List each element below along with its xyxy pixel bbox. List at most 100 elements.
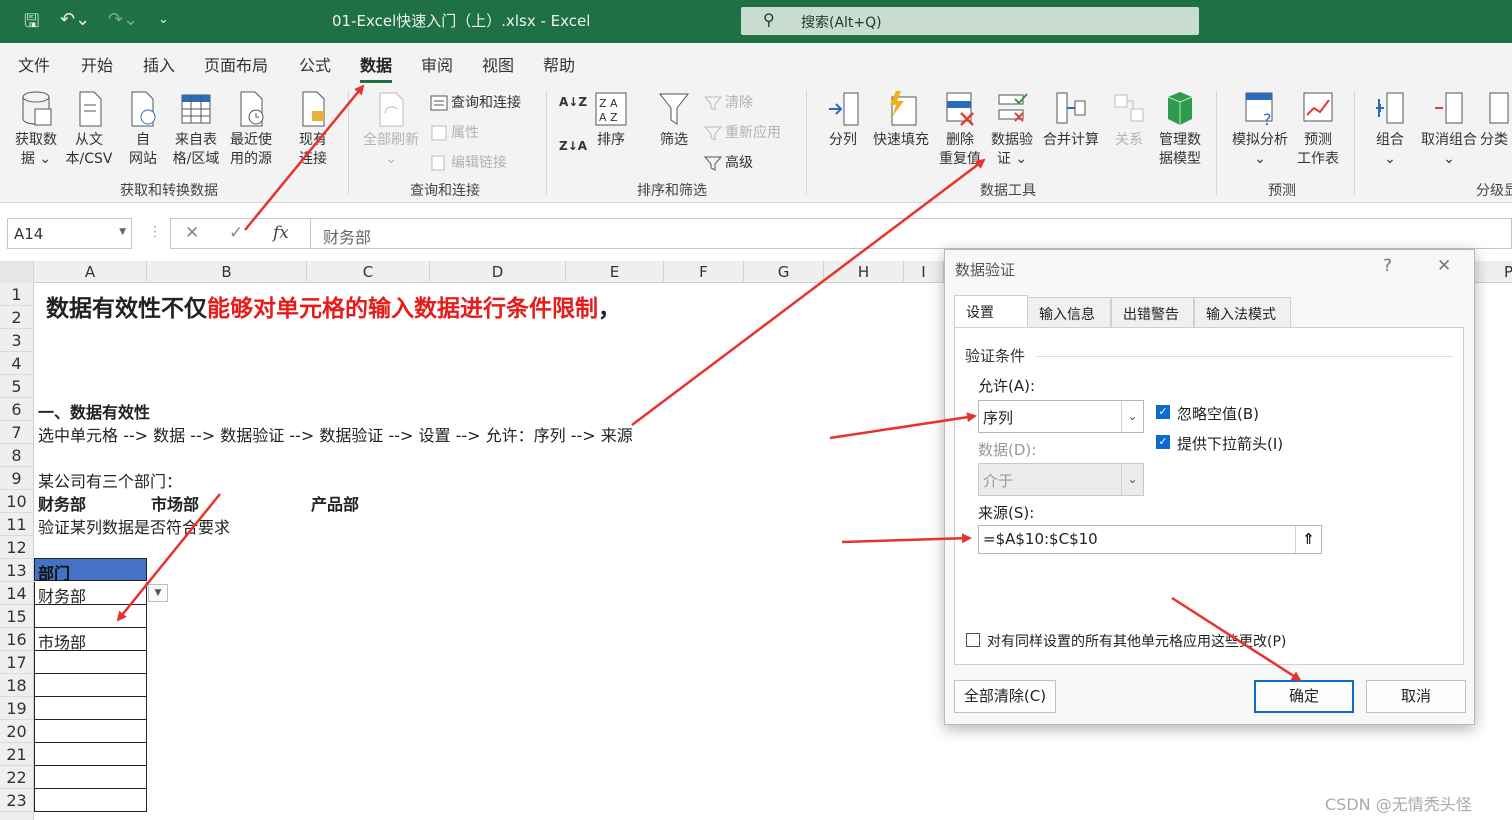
row-header[interactable]: 9	[0, 467, 33, 490]
row-header[interactable]: 13	[0, 559, 33, 582]
ok-button[interactable]: 确定	[1254, 680, 1354, 713]
row-header[interactable]: 4	[0, 352, 33, 375]
menu-page-layout[interactable]: 页面布局	[204, 52, 268, 76]
row-header[interactable]: 20	[0, 720, 33, 743]
row-header[interactable]: 11	[0, 513, 33, 536]
enter-icon[interactable]: ✓	[229, 223, 243, 243]
column-header-b[interactable]: B	[147, 261, 307, 283]
save-icon[interactable]: 🖫	[24, 9, 39, 39]
table-cell-a16[interactable]: 市场部	[34, 628, 147, 652]
help-icon[interactable]: ?	[1383, 256, 1392, 276]
cancel-button[interactable]: 取消	[1366, 680, 1466, 713]
sort-descending-button[interactable]: Z↓A	[559, 139, 587, 153]
row-header[interactable]: 1	[0, 283, 33, 306]
column-header-c[interactable]: C	[307, 261, 430, 283]
menu-formulas[interactable]: 公式	[299, 52, 331, 76]
allow-select[interactable]: 序列 ⌄	[978, 400, 1144, 433]
column-header-g[interactable]: G	[744, 261, 824, 283]
source-input[interactable]: =$A$10:$C$10 ⇑	[978, 525, 1322, 554]
column-header-a[interactable]: A	[34, 261, 147, 283]
tab-input-message[interactable]: 输入信息	[1027, 297, 1111, 327]
dept-cell-a10[interactable]: 财务部	[38, 491, 86, 515]
row-header[interactable]: 5	[0, 375, 33, 398]
table-cell[interactable]	[34, 789, 147, 812]
relationships-button[interactable]: 关系	[1108, 89, 1150, 150]
row-header[interactable]: 18	[0, 674, 33, 697]
table-cell-a14[interactable]: 财务部	[34, 582, 147, 606]
clear-all-button[interactable]: 全部清除(C)	[954, 680, 1056, 713]
table-header-cell[interactable]: 部门	[34, 558, 147, 583]
apply-all-label[interactable]: 对有同样设置的所有其他单元格应用这些更改(P)	[987, 631, 1286, 651]
requirement-cell[interactable]: 验证某列数据是否符合要求	[38, 514, 230, 538]
redo-icon[interactable]: ↷⌄	[108, 9, 138, 30]
consolidate-button[interactable]: 合并计算	[1038, 89, 1104, 150]
row-header[interactable]: 8	[0, 444, 33, 467]
select-all-corner[interactable]	[0, 261, 34, 283]
menu-file[interactable]: 文件	[18, 52, 50, 76]
table-cell[interactable]	[34, 720, 147, 743]
tab-ime-mode[interactable]: 输入法模式	[1194, 297, 1291, 327]
table-cell[interactable]	[34, 743, 147, 766]
formula-input[interactable]: 财务部	[310, 218, 1512, 249]
collapse-range-icon[interactable]: ⇑	[1295, 526, 1321, 553]
recent-sources-button[interactable]: 最近使 用的源	[225, 89, 277, 169]
ungroup-button[interactable]: 取消组合 ⌄	[1418, 89, 1480, 169]
menu-view[interactable]: 视图	[482, 52, 514, 76]
ignore-blank-checkbox[interactable]: ✓	[1156, 405, 1170, 419]
chevron-down-icon[interactable]: ▼	[119, 227, 126, 237]
section-title-cell[interactable]: 一、数据有效性	[38, 399, 150, 423]
menu-home[interactable]: 开始	[81, 52, 113, 76]
row-header[interactable]: 16	[0, 628, 33, 651]
row-header[interactable]: 6	[0, 398, 33, 421]
clear-filter-button[interactable]: 清除	[703, 92, 753, 112]
tab-settings[interactable]: 设置	[954, 295, 1028, 328]
in-cell-dropdown-label[interactable]: 提供下拉箭头(I)	[1177, 433, 1283, 454]
row-header[interactable]: 14	[0, 582, 33, 605]
existing-connections-button[interactable]: 现有 连接	[290, 89, 336, 169]
name-box[interactable]: A14 ▼	[7, 218, 132, 249]
cancel-icon[interactable]: ✕	[185, 223, 199, 243]
ignore-blank-label[interactable]: 忽略空值(B)	[1177, 403, 1259, 424]
flash-fill-button[interactable]: 快速填充	[868, 89, 934, 150]
apply-all-checkbox[interactable]	[966, 633, 980, 647]
row-header[interactable]: 12	[0, 536, 33, 559]
tab-error-alert[interactable]: 出错警告	[1111, 297, 1194, 327]
table-cell[interactable]	[34, 766, 147, 789]
reapply-button[interactable]: 重新应用	[703, 122, 781, 142]
from-web-button[interactable]: 自 网站	[120, 89, 166, 169]
dept-cell-c10[interactable]: 产品部	[311, 491, 359, 515]
sort-button[interactable]: Z AA Z 排序	[591, 89, 631, 150]
column-header-i[interactable]: I	[904, 261, 944, 283]
search-input[interactable]: ⚲ 搜索(Alt+Q)	[741, 7, 1199, 35]
sort-ascending-button[interactable]: A↓Z	[559, 95, 587, 109]
menu-insert[interactable]: 插入	[143, 52, 175, 76]
row-header[interactable]: 22	[0, 766, 33, 789]
close-icon[interactable]: ✕	[1437, 256, 1451, 276]
refresh-all-button[interactable]: 全部刷新 ⌄	[356, 89, 426, 169]
column-header-h[interactable]: H	[824, 261, 904, 283]
menu-data[interactable]: 数据	[360, 52, 393, 83]
column-header-p[interactable]: P	[1494, 261, 1512, 283]
row-header[interactable]: 17	[0, 651, 33, 674]
properties-button[interactable]: 属性	[430, 122, 479, 142]
insert-function-icon[interactable]: fx	[273, 223, 289, 243]
forecast-sheet-button[interactable]: 预测 工作表	[1292, 89, 1344, 169]
cell-dropdown-button[interactable]: ▼	[148, 584, 168, 602]
column-header-e[interactable]: E	[566, 261, 664, 283]
row-header[interactable]: 2	[0, 306, 33, 329]
what-if-analysis-button[interactable]: ? 模拟分析 ⌄	[1224, 89, 1296, 169]
table-cell[interactable]	[34, 674, 147, 697]
heading-cell[interactable]: 数据有效性不仅能够对单元格的输入数据进行条件限制，	[46, 289, 621, 323]
in-cell-dropdown-checkbox[interactable]: ✓	[1156, 435, 1170, 449]
row-header[interactable]: 23	[0, 789, 33, 812]
advanced-filter-button[interactable]: 高级	[703, 152, 753, 172]
remove-duplicates-button[interactable]: 删除 重复值	[934, 89, 986, 169]
filter-button[interactable]: 筛选	[652, 89, 696, 150]
from-table-button[interactable]: 来自表 格/区域	[170, 89, 222, 169]
row-header[interactable]: 3	[0, 329, 33, 352]
column-header-d[interactable]: D	[430, 261, 566, 283]
column-header-f[interactable]: F	[664, 261, 744, 283]
table-cell[interactable]	[34, 697, 147, 720]
menu-help[interactable]: 帮助	[543, 52, 575, 76]
group-button[interactable]: 组合 ⌄	[1364, 89, 1416, 169]
